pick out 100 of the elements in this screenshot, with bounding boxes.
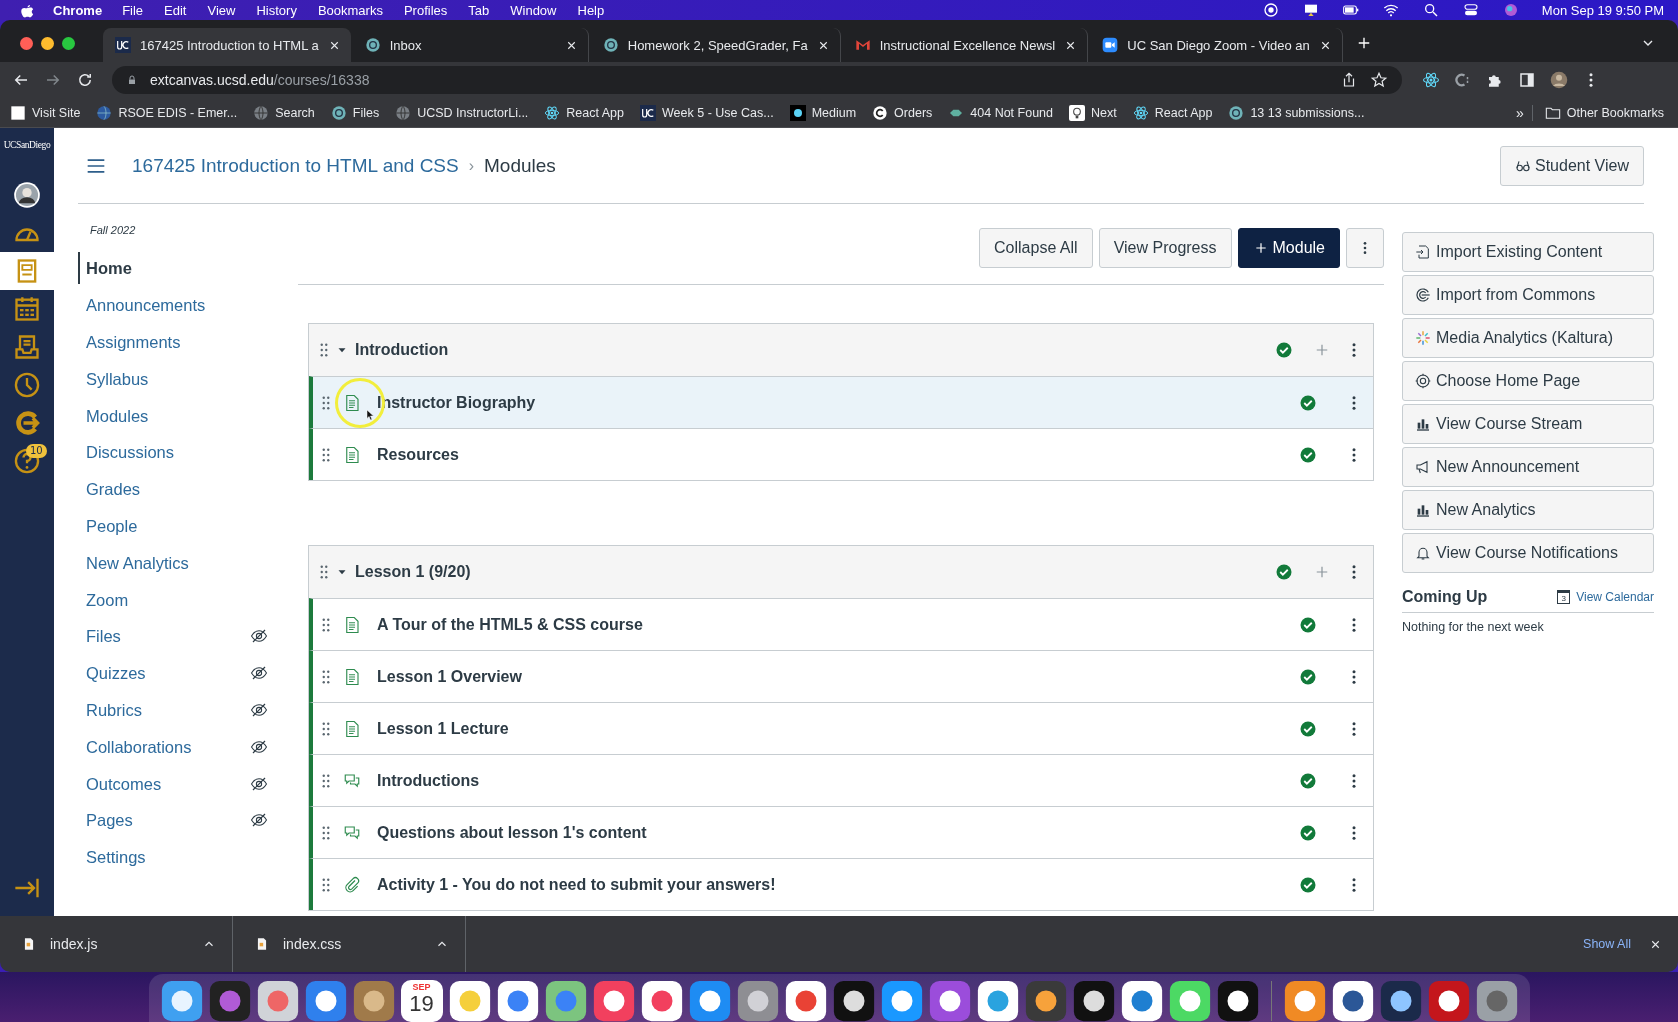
menu-item[interactable]: Edit bbox=[164, 2, 187, 18]
app-icon[interactable] bbox=[1120, 980, 1163, 1022]
bookmark[interactable]: Visit Site bbox=[10, 104, 81, 121]
star-icon[interactable] bbox=[1370, 71, 1388, 89]
module-item-row[interactable]: Activity 1 - You do not need to submit your answers! bbox=[309, 858, 1373, 910]
course-nav-link[interactable]: Discussions bbox=[78, 436, 268, 469]
module-item-row[interactable]: Lesson 1 Lecture bbox=[309, 702, 1373, 754]
sidebar-button[interactable]: View Course Notifications bbox=[1402, 533, 1654, 573]
menu-item[interactable]: History bbox=[256, 2, 297, 18]
nav-help-button[interactable]: 10 bbox=[0, 442, 54, 480]
app-icon[interactable] bbox=[640, 980, 683, 1022]
course-nav-link[interactable]: Zoom bbox=[78, 583, 268, 616]
course-nav-link[interactable]: Outcomes bbox=[78, 767, 250, 800]
sidebar-button[interactable]: Media Analytics (Kaltura) bbox=[1402, 318, 1654, 358]
course-nav-link[interactable]: Syllabus bbox=[78, 362, 268, 395]
address-bar[interactable]: extcanvas.ucsd.edu/courses/16338 bbox=[112, 66, 1402, 94]
app-menu[interactable]: Chrome bbox=[53, 2, 103, 18]
calendar-app-icon[interactable]: SEP 19 bbox=[400, 980, 443, 1022]
bookmark[interactable]: RSOE EDIS - Emer... bbox=[96, 104, 238, 121]
toolbar-button[interactable]: Collapse All bbox=[979, 228, 1093, 268]
app-icon[interactable] bbox=[784, 980, 827, 1022]
module-item-row[interactable]: A Tour of the HTML5 & CSS course bbox=[309, 598, 1373, 650]
app-icon[interactable] bbox=[592, 980, 635, 1022]
minimize-button[interactable] bbox=[41, 36, 54, 50]
app-icon[interactable] bbox=[256, 980, 299, 1022]
bookmark[interactable]: 404 Not Found bbox=[948, 104, 1053, 121]
zoom-window-button[interactable] bbox=[62, 36, 75, 50]
sidebar-button[interactable]: Import Existing Content bbox=[1402, 232, 1654, 272]
app-icon[interactable] bbox=[1168, 980, 1211, 1022]
course-nav-link[interactable]: Collaborations bbox=[78, 730, 250, 763]
course-nav-link[interactable]: Announcements bbox=[78, 289, 268, 322]
sidebar-button[interactable]: New Analytics bbox=[1402, 490, 1654, 530]
app-icon[interactable] bbox=[688, 980, 731, 1022]
student-view-button[interactable]: Student View bbox=[1500, 145, 1644, 186]
lock-icon[interactable] bbox=[126, 74, 138, 86]
app-icon[interactable] bbox=[976, 980, 1019, 1022]
app-icon[interactable] bbox=[1216, 980, 1259, 1022]
sidebar-button[interactable]: Choose Home Page bbox=[1402, 361, 1654, 401]
sidebar-button[interactable]: New Announcement bbox=[1402, 447, 1654, 487]
bookmark[interactable]: React App bbox=[1132, 104, 1213, 121]
app-icon[interactable] bbox=[1331, 980, 1374, 1022]
app-icon[interactable] bbox=[1283, 980, 1326, 1022]
module-item-row[interactable]: Questions about lesson 1's content bbox=[309, 806, 1373, 858]
more-bookmarks-button[interactable]: » bbox=[1515, 104, 1533, 121]
menu-item[interactable]: Profiles bbox=[403, 2, 448, 18]
app-icon[interactable] bbox=[1072, 980, 1115, 1022]
other-bookmarks[interactable]: Other Bookmarks bbox=[1544, 104, 1664, 121]
app-icon[interactable] bbox=[160, 980, 203, 1022]
breadcrumb-link[interactable]: 167425 Introduction to HTML and CSS bbox=[132, 154, 459, 177]
reload-icon[interactable] bbox=[76, 71, 94, 89]
menu-item[interactable]: File bbox=[122, 2, 144, 18]
show-all-button[interactable]: Show All bbox=[1577, 936, 1637, 952]
atom-icon[interactable] bbox=[1422, 71, 1440, 89]
app-icon[interactable] bbox=[496, 980, 539, 1022]
toolbar-button[interactable]: View Progress bbox=[1098, 228, 1232, 268]
close-window-button[interactable] bbox=[20, 36, 33, 50]
bookmark[interactable]: React App bbox=[544, 104, 625, 121]
app-icon[interactable] bbox=[832, 980, 875, 1022]
app-icon[interactable] bbox=[736, 980, 779, 1022]
app-icon[interactable] bbox=[304, 980, 347, 1022]
app-icon[interactable] bbox=[1379, 980, 1422, 1022]
view-calendar-link[interactable]: View Calendar bbox=[1576, 590, 1654, 604]
course-nav-link[interactable]: Files bbox=[78, 620, 250, 653]
profile-avatar-icon[interactable] bbox=[1550, 71, 1568, 89]
app-icon[interactable] bbox=[448, 980, 491, 1022]
app-icon[interactable] bbox=[1427, 980, 1470, 1022]
menu-item[interactable]: Bookmarks bbox=[317, 2, 383, 18]
menu-item[interactable]: View bbox=[207, 2, 236, 18]
bookmark[interactable]: UCSD InstructorLi... bbox=[395, 104, 529, 121]
bookmark[interactable]: Search bbox=[253, 104, 315, 121]
module-item-row[interactable]: Lesson 1 Overview bbox=[309, 650, 1373, 702]
nav-courses-button[interactable] bbox=[0, 252, 54, 290]
course-nav-link[interactable]: Home bbox=[78, 252, 268, 285]
course-nav-link[interactable]: Grades bbox=[78, 473, 268, 506]
course-nav-link[interactable]: Modules bbox=[78, 399, 268, 432]
module-item-row[interactable]: Introductions bbox=[309, 754, 1373, 806]
course-nav-link[interactable]: Rubrics bbox=[78, 693, 250, 726]
sidebar-button[interactable]: View Course Stream bbox=[1402, 404, 1654, 444]
bookmark[interactable]: Medium bbox=[789, 104, 857, 121]
bookmark[interactable]: Files bbox=[330, 104, 380, 121]
bookmark[interactable]: Orders bbox=[872, 104, 933, 121]
add-module-button[interactable]: Module bbox=[1237, 228, 1340, 268]
menu-item[interactable]: Help bbox=[577, 2, 605, 18]
course-nav-link[interactable]: People bbox=[78, 509, 268, 542]
course-nav-link[interactable]: Settings bbox=[78, 841, 268, 874]
sidebar-button[interactable]: Import from Commons bbox=[1402, 275, 1654, 315]
bookmark[interactable]: Next bbox=[1069, 104, 1117, 121]
course-nav-link[interactable]: Pages bbox=[78, 804, 250, 837]
course-nav-link[interactable]: Quizzes bbox=[78, 657, 250, 690]
course-nav-link[interactable]: Assignments bbox=[78, 326, 268, 358]
module-item-row[interactable]: Resources bbox=[309, 428, 1373, 480]
menu-item[interactable]: Window bbox=[510, 2, 557, 18]
menu-item[interactable]: Tab bbox=[468, 2, 490, 18]
browser-tab[interactable]: 167425 Introduction to HTML a bbox=[103, 28, 351, 62]
app-icon[interactable] bbox=[880, 980, 923, 1022]
bookmark[interactable]: 13 13 submissions... bbox=[1228, 104, 1365, 121]
bookmark[interactable]: Week 5 - Use Cas... bbox=[640, 104, 774, 121]
side-panel-icon[interactable] bbox=[1518, 71, 1536, 89]
app-icon[interactable] bbox=[928, 980, 971, 1022]
course-nav-link[interactable]: New Analytics bbox=[78, 546, 268, 579]
